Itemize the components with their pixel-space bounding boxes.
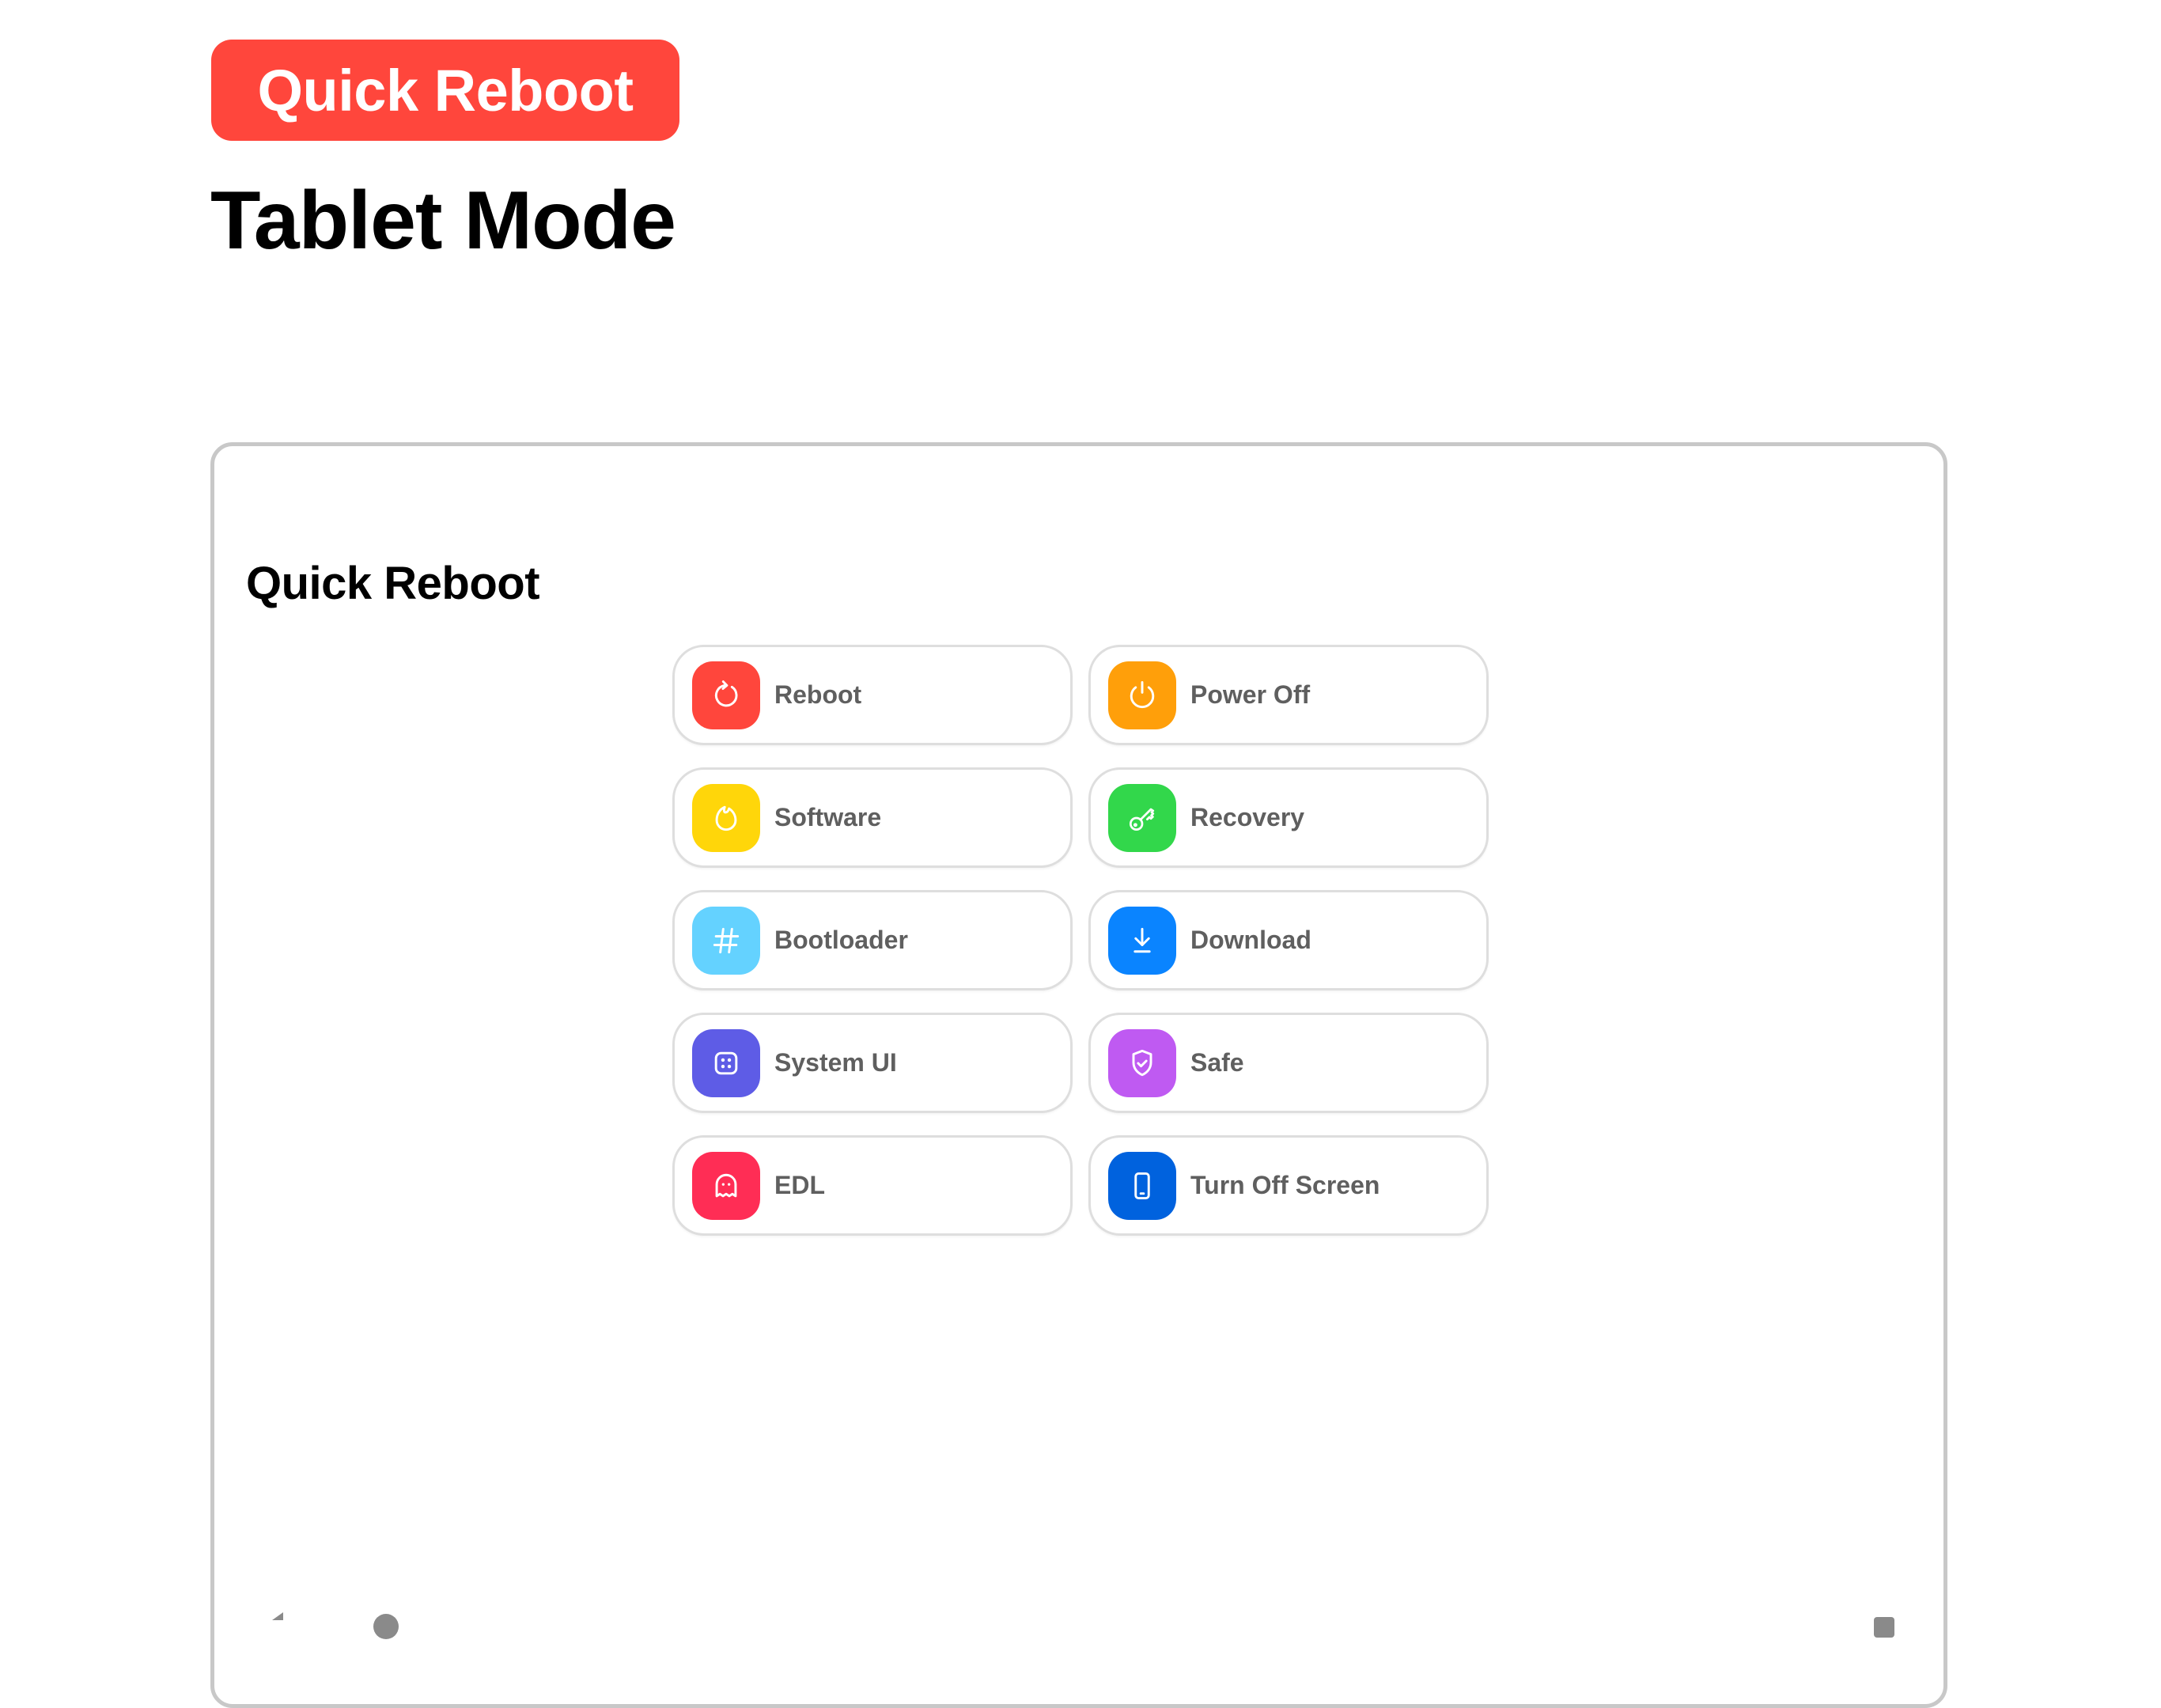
safe-button[interactable]: Safe	[1088, 1013, 1489, 1113]
download-icon	[1133, 927, 1151, 952]
download-button[interactable]: Download	[1088, 890, 1489, 990]
download-icon-tile	[1108, 906, 1176, 975]
power-off-icon-tile	[1108, 661, 1176, 729]
dice-icon	[714, 1051, 738, 1074]
recovery-icon-tile	[1108, 783, 1176, 852]
power-off-button[interactable]: Power Off	[1088, 645, 1489, 745]
safe-icon-tile	[1108, 1028, 1176, 1097]
bootloader-button[interactable]: Bootloader	[672, 890, 1073, 990]
device-screen-panel: Quick Reboot Reboot Power Off Software R…	[210, 442, 1947, 1708]
back-icon[interactable]	[272, 1612, 283, 1620]
flame-icon	[715, 805, 737, 831]
turn-off-screen-button[interactable]: Turn Off Screen	[1088, 1135, 1489, 1236]
bootloader-icon-tile	[692, 906, 760, 975]
system-ui-button[interactable]: System UI	[672, 1013, 1073, 1113]
home-icon[interactable]	[373, 1614, 399, 1639]
panel-title: Quick Reboot	[246, 558, 540, 609]
reboot-label: Reboot	[774, 680, 862, 709]
app-badge: Quick Reboot	[211, 40, 679, 141]
power-icon	[1130, 680, 1155, 708]
hash-icon	[713, 927, 740, 953]
refresh-icon	[714, 680, 738, 706]
software-button[interactable]: Software	[672, 767, 1073, 868]
system-ui-icon-tile	[692, 1028, 760, 1097]
system-ui-label: System UI	[774, 1048, 897, 1077]
app-badge-label: Quick Reboot	[257, 57, 634, 123]
edl-label: EDL	[774, 1171, 825, 1199]
edl-button[interactable]: EDL	[672, 1135, 1073, 1236]
turn-off-screen-icon-tile	[1108, 1151, 1176, 1220]
recovery-label: Recovery	[1190, 803, 1305, 831]
reboot-action-grid: Reboot Power Off Software Recovery Bootl…	[672, 645, 1489, 1236]
page-title: Tablet Mode	[210, 175, 676, 267]
turn-off-screen-label: Turn Off Screen	[1190, 1171, 1380, 1199]
ghost-icon	[715, 1173, 737, 1197]
reboot-icon-tile	[692, 661, 760, 729]
recovery-button[interactable]: Recovery	[1088, 767, 1489, 868]
key-icon	[1129, 808, 1155, 831]
download-label: Download	[1190, 926, 1311, 954]
phone-icon	[1134, 1172, 1150, 1199]
software-label: Software	[774, 803, 882, 831]
bootloader-label: Bootloader	[774, 926, 908, 954]
power-off-label: Power Off	[1190, 680, 1311, 709]
edl-icon-tile	[692, 1151, 760, 1220]
software-icon-tile	[692, 783, 760, 852]
shield-check-icon	[1132, 1049, 1152, 1076]
reboot-button[interactable]: Reboot	[672, 645, 1073, 745]
safe-label: Safe	[1190, 1048, 1244, 1077]
